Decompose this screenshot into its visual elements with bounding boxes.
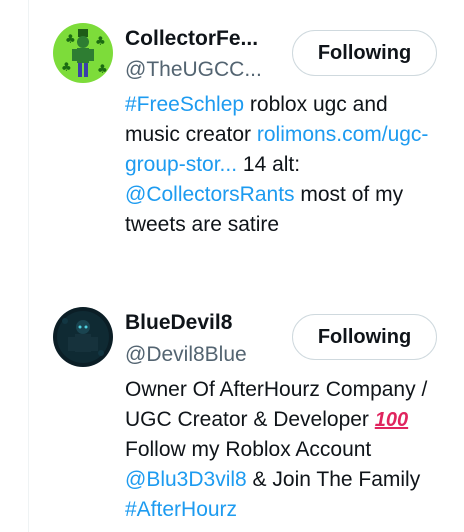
avatar-image bbox=[53, 307, 113, 367]
avatar-image: ♣ ♣ ♣ ♣ bbox=[53, 23, 113, 83]
hundred-points-emoji: 100 bbox=[374, 409, 409, 431]
svg-text:♣: ♣ bbox=[95, 34, 106, 48]
avatar[interactable]: ♣ ♣ ♣ ♣ bbox=[53, 23, 113, 83]
bio-text: Follow my Roblox Account bbox=[125, 438, 372, 461]
bio-text: & Join The Family bbox=[246, 468, 421, 491]
user-cell[interactable]: BlueDevil8 @Devil8Blue Following Owner O… bbox=[29, 290, 464, 532]
svg-text:♣: ♣ bbox=[65, 32, 76, 46]
avatar[interactable] bbox=[53, 307, 113, 367]
user-name[interactable]: BlueDevil8 bbox=[125, 310, 232, 336]
bio-text: 14 alt: bbox=[237, 153, 301, 176]
following-button[interactable]: Following bbox=[292, 30, 437, 76]
user-name[interactable]: CollectorFe... bbox=[125, 26, 258, 52]
mention-link[interactable]: @CollectorsRants bbox=[125, 183, 295, 206]
user-cell[interactable]: ♣ ♣ ♣ ♣ CollectorFe... @TheUGCC... Follo… bbox=[29, 0, 464, 290]
hashtag-link[interactable]: #FreeSchlep bbox=[125, 93, 244, 116]
mention-link[interactable]: @Blu3D3vil8 bbox=[125, 468, 247, 491]
user-bio: Owner Of AfterHourz Company / UGC Creato… bbox=[125, 375, 445, 525]
svg-text:♣: ♣ bbox=[97, 62, 108, 76]
svg-text:♣: ♣ bbox=[61, 60, 72, 74]
user-handle[interactable]: @TheUGCC... bbox=[125, 57, 262, 83]
user-handle[interactable]: @Devil8Blue bbox=[125, 342, 247, 368]
user-bio: #FreeSchlep roblox ugc and music creator… bbox=[125, 90, 445, 240]
following-button[interactable]: Following bbox=[292, 314, 437, 360]
who-to-follow-list: ♣ ♣ ♣ ♣ CollectorFe... @TheUGCC... Follo… bbox=[28, 0, 464, 532]
hashtag-link[interactable]: #AfterHourz bbox=[125, 498, 237, 521]
